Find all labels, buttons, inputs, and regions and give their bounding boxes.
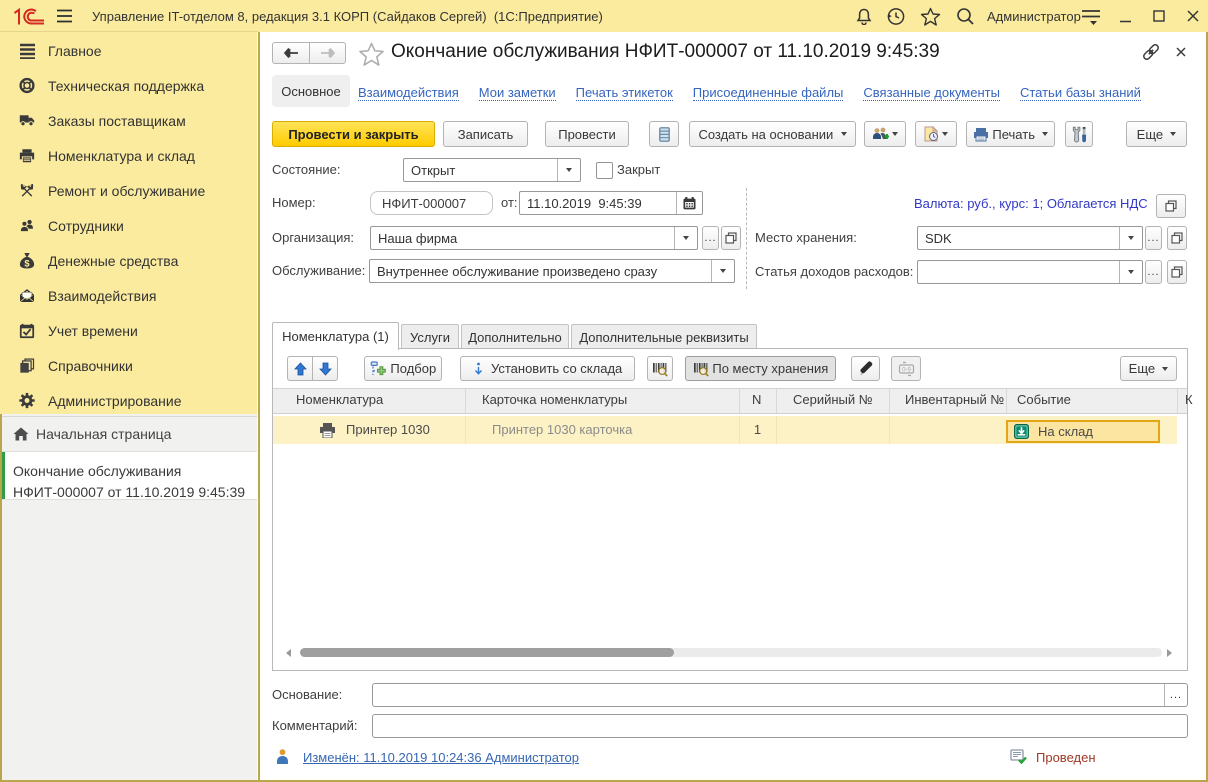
svg-text:$: $ xyxy=(24,258,30,268)
svg-text:0-9: 0-9 xyxy=(902,367,911,373)
